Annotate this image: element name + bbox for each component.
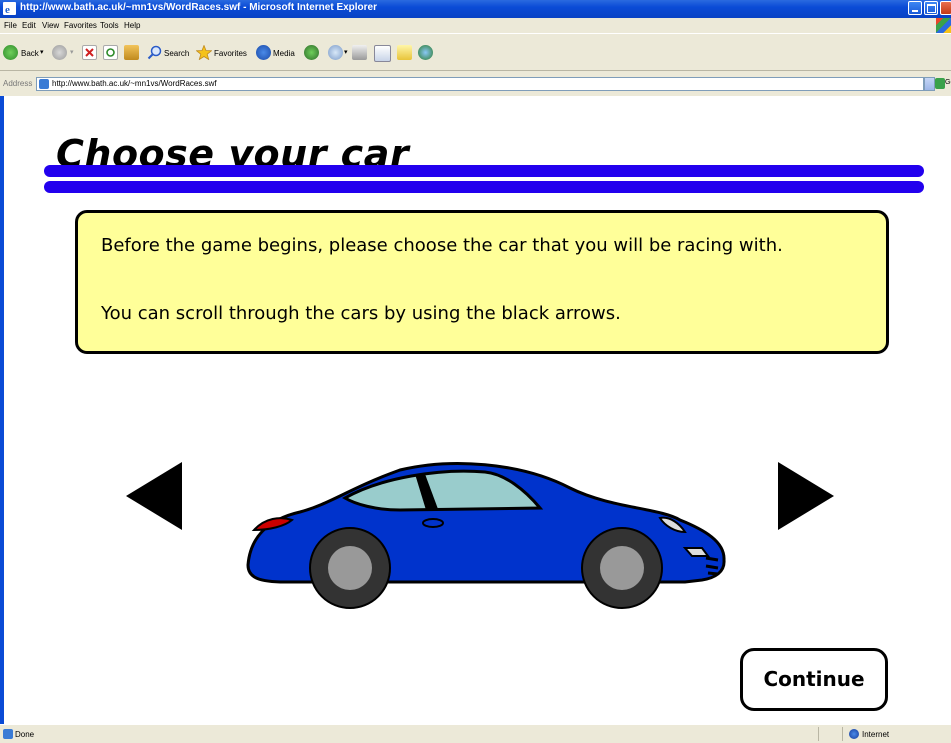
discuss-button[interactable]	[397, 45, 412, 60]
address-label: Address	[3, 79, 33, 88]
address-bar: Address http://www.bath.ac.uk/~mn1vs/Wor…	[0, 76, 951, 94]
next-car-arrow[interactable]	[778, 462, 836, 530]
title-divider-bottom	[44, 181, 924, 193]
back-label: Back	[21, 49, 39, 58]
blue-sports-car-icon	[246, 462, 726, 609]
menu-view[interactable]: View	[42, 21, 59, 30]
messenger-button[interactable]	[418, 45, 433, 60]
instruction-line-1: Before the game begins, please choose th…	[101, 235, 783, 256]
menu-tools[interactable]: Tools	[100, 21, 119, 30]
address-dropdown-button[interactable]	[924, 77, 935, 91]
menu-file[interactable]: File	[4, 21, 17, 30]
favorites-label: Favorites	[214, 49, 247, 58]
windows-logo-icon	[936, 18, 951, 33]
mail-button[interactable]	[328, 45, 343, 60]
page-done-icon	[3, 729, 13, 739]
status-separator	[842, 727, 843, 741]
address-input[interactable]: http://www.bath.ac.uk/~mn1vs/WordRaces.s…	[36, 77, 924, 91]
page-icon	[39, 79, 49, 89]
left-arrow-icon	[126, 462, 182, 530]
print-button[interactable]	[352, 45, 367, 60]
instruction-line-2: You can scroll through the cars by using…	[101, 303, 621, 324]
window-title: http://www.bath.ac.uk/~mn1vs/WordRaces.s…	[20, 2, 378, 13]
status-text: Done	[15, 730, 35, 739]
stop-button[interactable]	[82, 45, 97, 60]
history-button[interactable]	[304, 45, 319, 60]
right-arrow-icon	[778, 462, 834, 530]
media-icon	[256, 45, 271, 60]
forward-button[interactable]	[52, 45, 67, 60]
mail-dropdown-icon[interactable]: ▾	[344, 48, 348, 56]
svg-text:e: e	[5, 4, 10, 15]
minimize-button[interactable]	[908, 1, 922, 15]
edit-button[interactable]	[374, 45, 391, 62]
forward-dropdown-icon[interactable]: ▾	[70, 48, 74, 56]
go-arrow-icon[interactable]	[935, 78, 945, 89]
ie-logo-icon: e	[3, 2, 16, 16]
favorites-star-icon	[195, 44, 213, 61]
security-zone-label: Internet	[862, 730, 890, 739]
menu-help[interactable]: Help	[124, 21, 140, 30]
internet-zone-icon	[849, 729, 859, 739]
address-url: http://www.bath.ac.uk/~mn1vs/WordRaces.s…	[52, 79, 217, 88]
menu-edit[interactable]: Edit	[22, 21, 36, 30]
status-bar: Done Internet	[0, 724, 951, 743]
title-divider-top	[44, 165, 924, 177]
close-button[interactable]	[940, 1, 951, 15]
window-title-bar[interactable]: e http://www.bath.ac.uk/~mn1vs/WordRaces…	[0, 0, 951, 18]
back-dropdown-icon[interactable]: ▾	[40, 48, 44, 56]
status-separator	[818, 727, 819, 741]
stop-icon	[85, 48, 94, 57]
toolbar: Back ▾ ▾ Search Favorites Media ▾	[0, 33, 951, 71]
previous-car-arrow[interactable]	[126, 462, 184, 530]
maximize-button[interactable]	[924, 1, 938, 15]
search-icon	[147, 45, 162, 60]
continue-button[interactable]: Continue	[740, 648, 888, 711]
back-arrow-icon	[3, 45, 18, 60]
home-button[interactable]	[124, 45, 139, 60]
media-label: Media	[273, 49, 295, 58]
car-image	[240, 460, 740, 610]
refresh-button[interactable]	[103, 45, 118, 60]
menu-bar: File Edit View Favorites Tools Help	[0, 18, 951, 33]
go-label[interactable]: Go	[945, 79, 951, 86]
search-label: Search	[164, 49, 190, 58]
menu-favorites[interactable]: Favorites	[64, 21, 97, 30]
refresh-icon	[106, 48, 115, 57]
instructions-box: Before the game begins, please choose th…	[75, 210, 889, 354]
